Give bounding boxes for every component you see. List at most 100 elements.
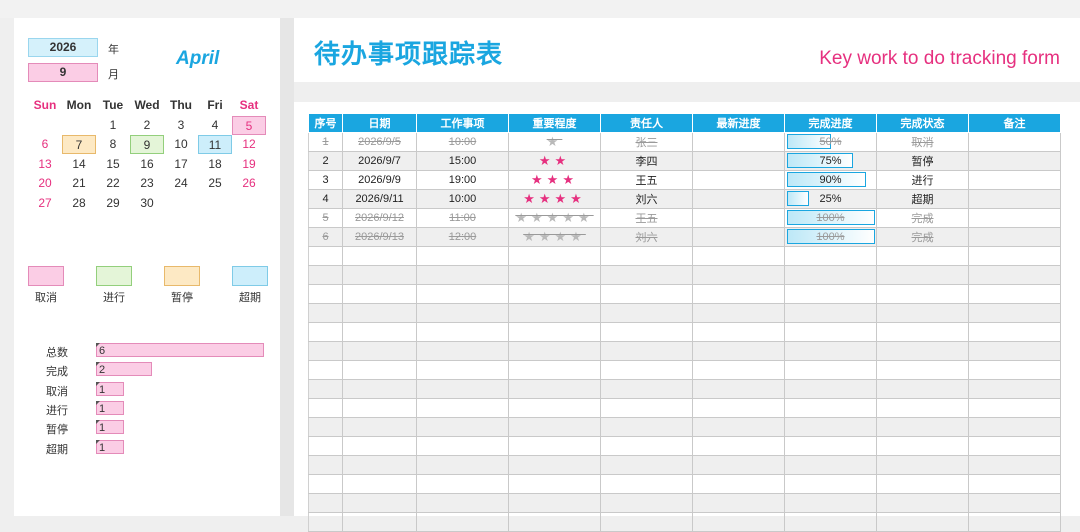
row-latest[interactable] [692,512,785,532]
table-row[interactable] [308,246,1061,266]
row-status[interactable]: 超期 [876,189,969,209]
row-latest[interactable] [692,493,785,513]
table-row[interactable]: 4 2026/9/11 10:00 ★★★★ 刘六 25% 超期 [308,189,1061,209]
row-number[interactable]: 4 [308,189,343,209]
row-status[interactable]: 进行 [876,170,969,190]
row-priority[interactable] [508,360,601,380]
row-status[interactable] [876,417,969,437]
table-row[interactable]: 5 2026/9/12 11:00 ★★★★★ 王五 100% 完成 [308,208,1061,228]
row-priority[interactable] [508,493,601,513]
row-number[interactable] [308,512,343,532]
calendar-day[interactable]: 28 [62,194,96,213]
table-row[interactable] [308,341,1061,361]
calendar-day[interactable]: 10 [164,135,198,154]
calendar-day[interactable]: 9 [130,135,164,154]
row-number[interactable] [308,303,343,323]
row-number[interactable] [308,265,343,285]
row-number[interactable] [308,360,343,380]
table-row[interactable] [308,417,1061,437]
row-number[interactable] [308,398,343,418]
row-task[interactable] [416,341,509,361]
calendar-day[interactable]: 30 [130,194,164,213]
row-note[interactable] [968,474,1061,494]
row-owner[interactable] [600,246,693,266]
row-note[interactable] [968,493,1061,513]
row-task[interactable] [416,512,509,532]
row-note[interactable] [968,417,1061,437]
row-date[interactable]: 2026/9/12 [342,208,417,228]
row-task[interactable] [416,436,509,456]
row-owner[interactable] [600,436,693,456]
row-owner[interactable] [600,493,693,513]
row-status[interactable]: 完成 [876,227,969,247]
calendar-day[interactable]: 22 [96,174,130,193]
row-progress[interactable] [784,474,877,494]
row-owner[interactable] [600,455,693,475]
month-field[interactable]: 9 [28,63,98,82]
row-note[interactable] [968,227,1061,247]
table-row[interactable]: 2 2026/9/7 15:00 ★★ 李四 75% 暂停 [308,151,1061,171]
row-number[interactable] [308,455,343,475]
row-latest[interactable] [692,208,785,228]
row-owner[interactable]: 刘六 [600,189,693,209]
row-progress[interactable] [784,265,877,285]
calendar-day[interactable]: 12 [232,135,266,154]
row-owner[interactable] [600,398,693,418]
calendar-day[interactable]: 1 [96,116,130,135]
row-status[interactable] [876,512,969,532]
row-latest[interactable] [692,455,785,475]
calendar-day[interactable]: 26 [232,174,266,193]
row-task[interactable] [416,474,509,494]
row-latest[interactable] [692,227,785,247]
row-task[interactable] [416,493,509,513]
row-owner[interactable] [600,265,693,285]
row-latest[interactable] [692,398,785,418]
row-owner[interactable] [600,303,693,323]
row-date[interactable] [342,265,417,285]
row-task[interactable]: 10:00 [416,189,509,209]
row-number[interactable] [308,474,343,494]
row-progress[interactable] [784,398,877,418]
row-number[interactable]: 3 [308,170,343,190]
row-owner[interactable]: 王五 [600,170,693,190]
row-status[interactable] [876,398,969,418]
row-progress[interactable] [784,493,877,513]
calendar-day[interactable]: 29 [96,194,130,213]
row-progress[interactable] [784,303,877,323]
row-owner[interactable]: 王五 [600,208,693,228]
row-number[interactable] [308,322,343,342]
row-date[interactable] [342,284,417,304]
calendar-day[interactable]: 4 [198,116,232,135]
row-task[interactable]: 15:00 [416,151,509,171]
row-status[interactable]: 取消 [876,132,969,152]
row-latest[interactable] [692,246,785,266]
row-owner[interactable]: 张三 [600,132,693,152]
table-row[interactable]: 3 2026/9/9 19:00 ★★★ 王五 90% 进行 [308,170,1061,190]
row-date[interactable] [342,436,417,456]
row-latest[interactable] [692,341,785,361]
row-progress[interactable] [784,322,877,342]
row-number[interactable] [308,493,343,513]
row-status[interactable] [876,474,969,494]
row-status[interactable] [876,303,969,323]
row-date[interactable] [342,379,417,399]
row-note[interactable] [968,284,1061,304]
row-task[interactable]: 10:00 [416,132,509,152]
row-task[interactable] [416,455,509,475]
row-date[interactable]: 2026/9/9 [342,170,417,190]
row-priority[interactable] [508,322,601,342]
row-progress[interactable]: 90% [784,170,877,190]
row-note[interactable] [968,303,1061,323]
calendar-day[interactable]: 21 [62,174,96,193]
calendar-day[interactable]: 8 [96,135,130,154]
calendar-day[interactable]: 13 [28,155,62,174]
row-latest[interactable] [692,151,785,171]
row-note[interactable] [968,360,1061,380]
row-note[interactable] [968,132,1061,152]
row-priority[interactable]: ★★★★★ [508,208,601,228]
row-status[interactable] [876,455,969,475]
row-number[interactable]: 2 [308,151,343,171]
row-priority[interactable] [508,398,601,418]
calendar-day[interactable]: 3 [164,116,198,135]
row-owner[interactable] [600,284,693,304]
